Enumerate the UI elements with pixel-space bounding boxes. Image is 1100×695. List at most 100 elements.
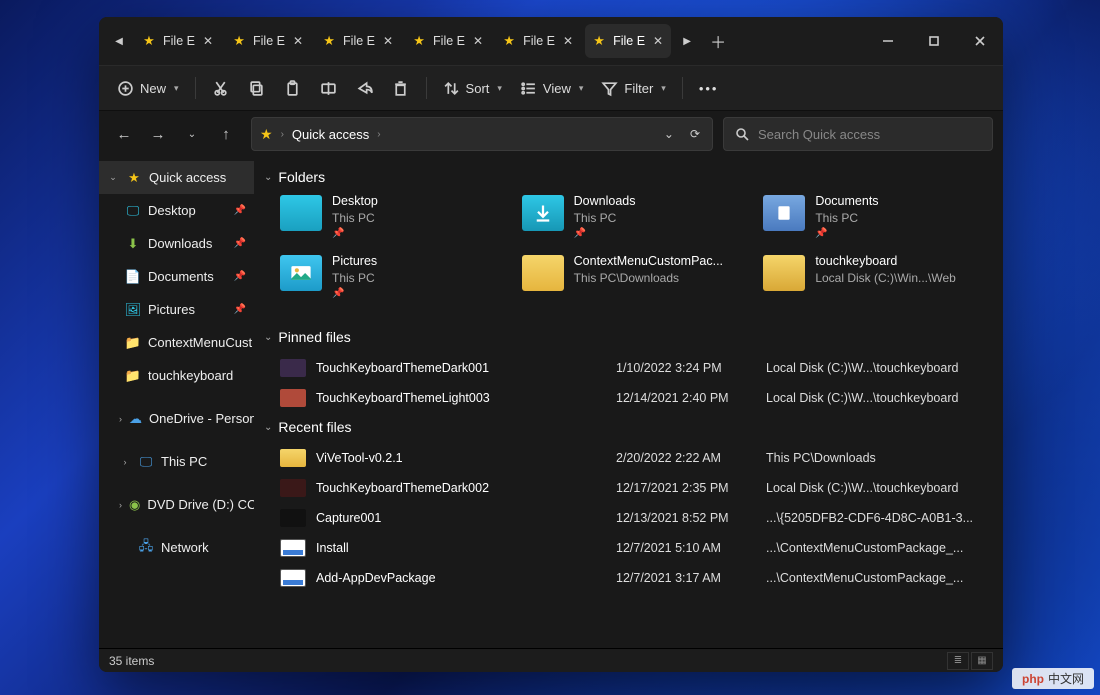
folder-item[interactable]: DesktopThis PC📌 bbox=[280, 193, 514, 249]
sidebar-item[interactable]: 📄Documents📌 bbox=[99, 260, 254, 293]
sidebar-item[interactable]: 📁ContextMenuCust bbox=[99, 326, 254, 359]
search-icon bbox=[734, 126, 750, 142]
group-header-folders[interactable]: ⌄ Folders bbox=[260, 163, 1003, 193]
sidebar-item[interactable]: 🖵Desktop📌 bbox=[99, 194, 254, 227]
close-tab-button[interactable]: ✕ bbox=[651, 34, 665, 48]
sidebar-dvd-drive[interactable]: › ◉ DVD Drive (D:) CCCO bbox=[99, 488, 254, 521]
desktop-icon bbox=[280, 195, 322, 231]
large-icons-view-button[interactable]: ▦ bbox=[971, 652, 993, 670]
details-view-button[interactable]: ≣ bbox=[947, 652, 969, 670]
recent-locations-button[interactable]: ⌄ bbox=[177, 119, 207, 149]
tab[interactable]: ★File E✕ bbox=[495, 24, 581, 58]
sidebar-item[interactable]: 🖼Pictures📌 bbox=[99, 293, 254, 326]
new-button[interactable]: New ▾ bbox=[109, 71, 187, 105]
sidebar-this-pc[interactable]: › 🖵 This PC bbox=[99, 445, 254, 478]
copy-button[interactable] bbox=[240, 71, 274, 105]
folder-item[interactable]: ContextMenuCustomPac...This PC\Downloads bbox=[522, 253, 756, 309]
refresh-button[interactable]: ⟳ bbox=[686, 127, 704, 141]
close-button[interactable] bbox=[957, 17, 1003, 65]
sidebar-label: DVD Drive (D:) CCCO bbox=[147, 497, 254, 512]
file-row[interactable]: TouchKeyboardThemeDark00212/17/2021 2:35… bbox=[260, 473, 1003, 503]
group-header-pinned[interactable]: ⌄ Pinned files bbox=[260, 323, 1003, 353]
rename-button[interactable] bbox=[312, 71, 346, 105]
more-button[interactable]: ••• bbox=[691, 71, 727, 105]
delete-button[interactable] bbox=[384, 71, 418, 105]
tab-scroll-right[interactable]: ▶ bbox=[673, 36, 701, 47]
file-row[interactable]: Install12/7/2021 5:10 AM...\ContextMenuC… bbox=[260, 533, 1003, 563]
folder-location: This PC bbox=[332, 210, 378, 226]
chevron-down-icon: ▾ bbox=[174, 83, 179, 94]
tab[interactable]: ★File E✕ bbox=[585, 24, 671, 58]
sidebar-item[interactable]: ⬇Downloads📌 bbox=[99, 227, 254, 260]
file-row[interactable]: ViVeTool-v0.2.12/20/2022 2:22 AMThis PC\… bbox=[260, 443, 1003, 473]
paste-button[interactable] bbox=[276, 71, 310, 105]
minimize-button[interactable] bbox=[865, 17, 911, 65]
file-row[interactable]: TouchKeyboardThemeDark0011/10/2022 3:24 … bbox=[260, 353, 1003, 383]
address-dropdown-button[interactable]: ⌄ bbox=[660, 127, 678, 141]
file-location: Local Disk (C:)\W...\touchkeyboard bbox=[766, 481, 1003, 495]
window-controls bbox=[865, 17, 1003, 65]
image-thumbnail bbox=[280, 479, 306, 497]
maximize-button[interactable] bbox=[911, 17, 957, 65]
item-count: 35 items bbox=[109, 654, 154, 668]
close-tab-button[interactable]: ✕ bbox=[471, 34, 485, 48]
sidebar-item[interactable]: 📁touchkeyboard bbox=[99, 359, 254, 392]
tab[interactable]: ★File E✕ bbox=[135, 24, 221, 58]
pin-icon: 📌 bbox=[332, 227, 378, 241]
new-label: New bbox=[140, 81, 166, 96]
sidebar-onedrive[interactable]: › ☁ OneDrive - Personal bbox=[99, 402, 254, 435]
sidebar-label: Network bbox=[161, 540, 209, 555]
file-date: 1/10/2022 3:24 PM bbox=[616, 361, 766, 375]
close-tab-button[interactable]: ✕ bbox=[561, 34, 575, 48]
folder-item[interactable]: DocumentsThis PC📌 bbox=[763, 193, 997, 249]
tab[interactable]: ★File E✕ bbox=[405, 24, 491, 58]
file-location: ...\ContextMenuCustomPackage_... bbox=[766, 541, 1003, 555]
star-icon: ★ bbox=[231, 33, 247, 49]
folder-item[interactable]: PicturesThis PC📌 bbox=[280, 253, 514, 309]
tab[interactable]: ★File E✕ bbox=[315, 24, 401, 58]
toolbar: New ▾ Sort▾ View▾ Filter▾ ••• bbox=[99, 65, 1003, 111]
back-button[interactable]: ← bbox=[109, 119, 139, 149]
cut-button[interactable] bbox=[204, 71, 238, 105]
folder-item[interactable]: DownloadsThis PC📌 bbox=[522, 193, 756, 249]
filter-button[interactable]: Filter▾ bbox=[593, 71, 673, 105]
file-row[interactable]: Capture00112/13/2021 8:52 PM...\{5205DFB… bbox=[260, 503, 1003, 533]
titlebar: ◀ ★File E✕★File E✕★File E✕★File E✕★File … bbox=[99, 17, 1003, 65]
file-location: This PC\Downloads bbox=[766, 451, 1003, 465]
breadcrumb-location[interactable]: Quick access bbox=[292, 127, 369, 142]
group-header-recent[interactable]: ⌄ Recent files bbox=[260, 413, 1003, 443]
sidebar-label: OneDrive - Personal bbox=[149, 411, 254, 426]
forward-button[interactable]: → bbox=[143, 119, 173, 149]
tab[interactable]: ★ File E ✕ bbox=[225, 24, 311, 58]
sidebar-network[interactable]: › 🖧 Network bbox=[99, 531, 254, 564]
file-location: ...\{5205DFB2-CDF6-4D8C-A0B1-3... bbox=[766, 511, 1003, 525]
star-icon: ★ bbox=[321, 33, 337, 49]
tab-scroll-left[interactable]: ◀ bbox=[105, 36, 133, 47]
view-button[interactable]: View▾ bbox=[512, 71, 591, 105]
close-tab-button[interactable]: ✕ bbox=[291, 34, 305, 48]
pictures-icon bbox=[280, 255, 322, 291]
sidebar-quick-access[interactable]: ⌄ ★ Quick access bbox=[99, 161, 254, 194]
star-icon: ★ bbox=[260, 126, 273, 143]
address-bar[interactable]: ★ › Quick access › ⌄ ⟳ bbox=[251, 117, 713, 151]
folder-location: This PC bbox=[815, 210, 878, 226]
monitor-icon: 🖵 bbox=[138, 454, 154, 470]
close-tab-button[interactable]: ✕ bbox=[201, 34, 215, 48]
sidebar-label: This PC bbox=[161, 454, 207, 469]
search-box[interactable]: Search Quick access bbox=[723, 117, 993, 151]
file-date: 2/20/2022 2:22 AM bbox=[616, 451, 766, 465]
share-button[interactable] bbox=[348, 71, 382, 105]
downloads-icon: ⬇ bbox=[125, 236, 141, 252]
sidebar-label: Quick access bbox=[149, 170, 226, 185]
new-tab-button[interactable]: ＋ bbox=[701, 29, 735, 53]
up-button[interactable]: ↑ bbox=[211, 119, 241, 149]
close-tab-button[interactable]: ✕ bbox=[381, 34, 395, 48]
sort-button[interactable]: Sort▾ bbox=[435, 71, 510, 105]
folder-item[interactable]: touchkeyboardLocal Disk (C:)\Win...\Web bbox=[763, 253, 997, 309]
tab-label: File E bbox=[253, 34, 285, 48]
file-row[interactable]: Add-AppDevPackage12/7/2021 3:17 AM...\Co… bbox=[260, 563, 1003, 593]
chevron-right-icon: › bbox=[281, 129, 284, 140]
star-icon: ★ bbox=[126, 170, 142, 186]
file-row[interactable]: TouchKeyboardThemeLight00312/14/2021 2:4… bbox=[260, 383, 1003, 413]
content-pane[interactable]: ⌄ Folders DesktopThis PC📌DownloadsThis P… bbox=[254, 157, 1003, 648]
